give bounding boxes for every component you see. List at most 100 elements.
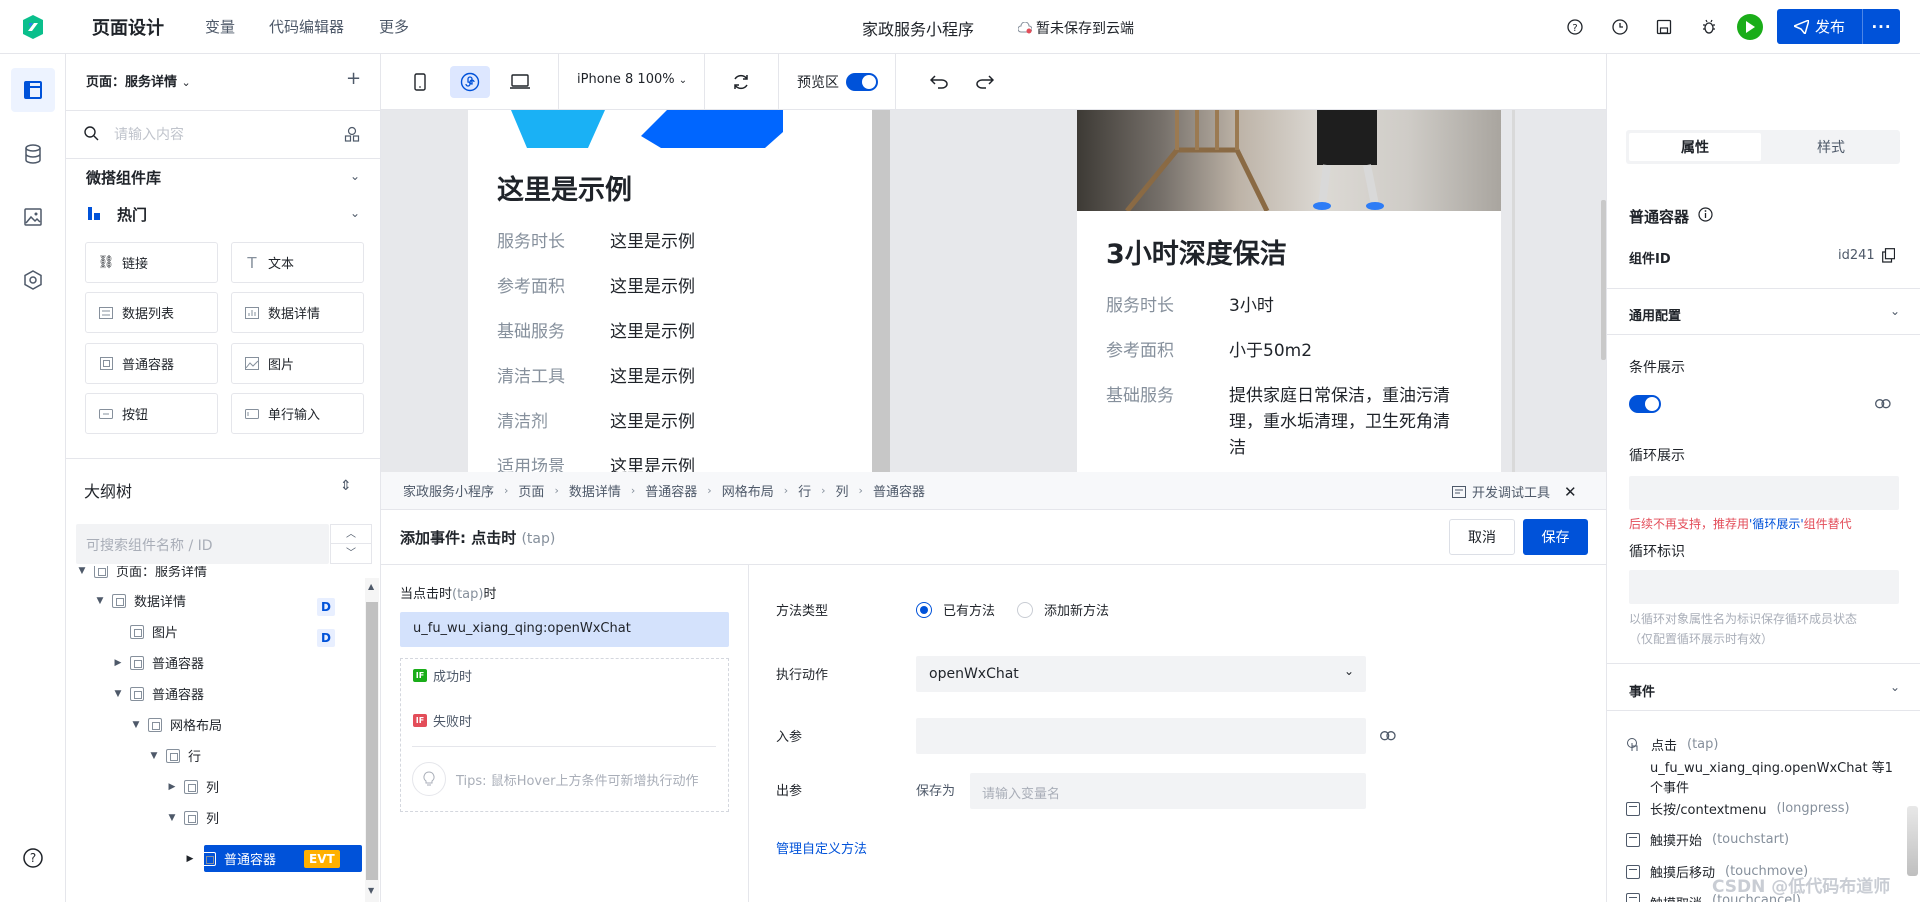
refresh-icon[interactable] — [721, 66, 761, 98]
copy-icon[interactable] — [1882, 248, 1895, 263]
left-phone-preview[interactable]: 这里是示例 服务时长 这里是示例 参考面积 这里是示例 基础服务 这里是示例 清… — [468, 110, 873, 472]
component-link[interactable]: ⛓ 链接 — [85, 242, 218, 283]
on-success-item[interactable]: IF 成功时 — [413, 666, 472, 685]
on-fail-item[interactable]: IF 失败时 — [413, 711, 472, 730]
component-data-detail[interactable]: 数据详情 — [231, 292, 364, 333]
loop-component-link[interactable]: '循环展示' — [1749, 517, 1804, 531]
radio-new-method[interactable] — [1017, 602, 1033, 618]
miniprogram-view-icon[interactable] — [450, 66, 490, 98]
radio-existing-label[interactable]: 已有方法 — [943, 600, 995, 619]
rail-help-icon[interactable]: ? — [11, 836, 55, 880]
history-icon[interactable] — [1608, 15, 1632, 39]
breadcrumb-item[interactable]: 普通容器 — [645, 481, 697, 500]
rail-settings-icon[interactable] — [11, 258, 55, 302]
caret-down-icon[interactable]: ▼ — [76, 566, 88, 576]
app-logo-icon[interactable] — [20, 14, 46, 40]
chevron-down-icon[interactable]: ﹀ — [331, 544, 371, 563]
chevron-down-icon[interactable]: ⌄ — [1890, 304, 1900, 318]
tree-node[interactable]: ▶ 普通容器 — [112, 647, 204, 678]
breadcrumb-item[interactable]: 页面 — [518, 481, 544, 500]
preview-scrollbar[interactable] — [872, 110, 890, 472]
collapse-toggle-icon[interactable]: ⇕ — [340, 478, 352, 494]
device-selector[interactable]: iPhone 8 100% ⌄ — [577, 72, 687, 87]
menu-more[interactable]: 更多 — [379, 16, 409, 37]
tree-search-input[interactable]: 可搜索组件名称 / ID — [76, 524, 329, 564]
redo-icon[interactable] — [965, 66, 1005, 98]
caret-right-icon[interactable]: ▶ — [112, 658, 124, 668]
general-config-title[interactable]: 通用配置 — [1629, 305, 1681, 324]
run-play-button[interactable] — [1737, 14, 1763, 40]
breadcrumb-item[interactable]: 行 — [798, 481, 811, 500]
bind-link-icon[interactable] — [1875, 399, 1891, 409]
scroll-up-icon[interactable]: ▲ — [368, 582, 374, 591]
pc-view-icon[interactable] — [500, 66, 540, 98]
publish-button[interactable]: 发布 ··· — [1777, 9, 1900, 44]
component-container[interactable]: 普通容器 — [85, 343, 218, 384]
preview-toggle[interactable] — [846, 73, 878, 91]
component-search-input[interactable]: 请输入内容 — [114, 124, 184, 144]
undo-icon[interactable] — [919, 66, 959, 98]
breadcrumb-item[interactable]: 网格布局 — [722, 481, 774, 500]
cancel-button[interactable]: 取消 — [1449, 519, 1515, 555]
save-icon[interactable] — [1652, 15, 1676, 39]
tab-style[interactable]: 样式 — [1765, 133, 1897, 161]
caret-right-icon[interactable]: ▶ — [166, 782, 178, 792]
publish-more-button[interactable]: ··· — [1863, 18, 1900, 36]
tree-node[interactable]: ▼ 列 — [166, 802, 219, 833]
help-icon[interactable]: ? — [1563, 15, 1587, 39]
chevron-down-icon[interactable]: ⌄ — [350, 206, 360, 220]
tab-properties[interactable]: 属性 — [1629, 133, 1761, 161]
tree-node[interactable]: ▼ 数据详情 — [94, 585, 186, 616]
breadcrumb-item[interactable]: 普通容器 — [873, 481, 925, 500]
caret-down-icon[interactable]: ▼ — [166, 813, 178, 823]
tree-node[interactable]: 图片 — [112, 616, 178, 647]
event-tap[interactable]: 点击 (tap) — [1626, 735, 1718, 754]
library-title[interactable]: 微搭组件库 — [86, 167, 161, 188]
breadcrumb-item[interactable]: 列 — [836, 481, 849, 500]
event-touchstart[interactable]: 触摸开始 (touchstart) — [1626, 830, 1789, 849]
mobile-view-icon[interactable] — [400, 66, 440, 98]
menu-variables[interactable]: 变量 — [205, 16, 235, 37]
loop-key-input[interactable] — [1629, 570, 1899, 604]
breadcrumb-item[interactable]: 家政服务小程序 — [403, 481, 494, 500]
tap-handler-summary[interactable]: u_fu_wu_xiang_qing.openWxChat 等1 — [1650, 757, 1893, 776]
caret-down-icon[interactable]: ▼ — [112, 689, 124, 699]
tree-node[interactable]: ▼ 行 — [148, 740, 201, 771]
right-panel-scrollbar[interactable] — [1907, 806, 1918, 876]
action-select[interactable]: openWxChat ⌄ — [916, 656, 1366, 692]
tree-node-selected[interactable]: ▶ 普通容器 — [184, 843, 276, 874]
radio-new-label[interactable]: 添加新方法 — [1044, 600, 1109, 619]
bind-link-icon[interactable] — [1380, 731, 1396, 741]
condition-show-toggle[interactable] — [1629, 395, 1661, 413]
caret-down-icon[interactable]: ▼ — [130, 720, 142, 730]
chevron-down-icon[interactable]: ⌄ — [1890, 680, 1900, 694]
caret-down-icon[interactable]: ▼ — [94, 596, 106, 606]
caret-right-icon[interactable]: ▶ — [184, 854, 196, 864]
tree-node[interactable]: ▼ 页面：服务详情 — [76, 566, 207, 586]
devtools-button[interactable]: 开发调试工具 ✕ — [1452, 482, 1577, 501]
event-longpress[interactable]: 长按/contextmenu (longpress) — [1626, 799, 1850, 818]
right-phone-preview[interactable]: 3小时深度保洁 服务时长 3小时 参考面积 小于50m2 基础服务 提供家庭日常… — [1077, 110, 1501, 472]
rail-database-icon[interactable] — [11, 132, 55, 176]
radio-existing-method[interactable] — [916, 602, 932, 618]
design-canvas[interactable]: 这里是示例 服务时长 这里是示例 参考面积 这里是示例 基础服务 这里是示例 清… — [381, 110, 1606, 472]
tree-scrollbar-thumb[interactable] — [366, 602, 378, 880]
chevron-up-icon[interactable]: ︿ — [331, 525, 371, 544]
input-params-field[interactable] — [916, 718, 1366, 754]
component-market-icon[interactable] — [344, 126, 360, 142]
component-text[interactable]: T 文本 — [231, 242, 364, 283]
rail-pages-icon[interactable] — [11, 68, 55, 112]
rail-media-icon[interactable] — [11, 195, 55, 239]
hot-title[interactable]: 热门 — [117, 204, 147, 225]
caret-down-icon[interactable]: ▼ — [148, 751, 160, 761]
chevron-down-icon[interactable]: ⌄ — [350, 169, 360, 183]
close-icon[interactable]: ✕ — [1564, 483, 1577, 501]
scroll-down-icon[interactable]: ▼ — [368, 886, 374, 895]
save-button[interactable]: 保存 — [1523, 519, 1588, 555]
events-title[interactable]: 事件 — [1629, 681, 1655, 700]
component-button[interactable]: 按钮 — [85, 393, 218, 434]
selected-method-item[interactable]: u_fu_wu_xiang_qing:openWxChat — [400, 612, 729, 647]
tree-node[interactable]: ▼ 网格布局 — [130, 709, 222, 740]
add-page-icon[interactable]: + — [346, 68, 361, 89]
tree-node[interactable]: 按钮 — [202, 895, 268, 902]
